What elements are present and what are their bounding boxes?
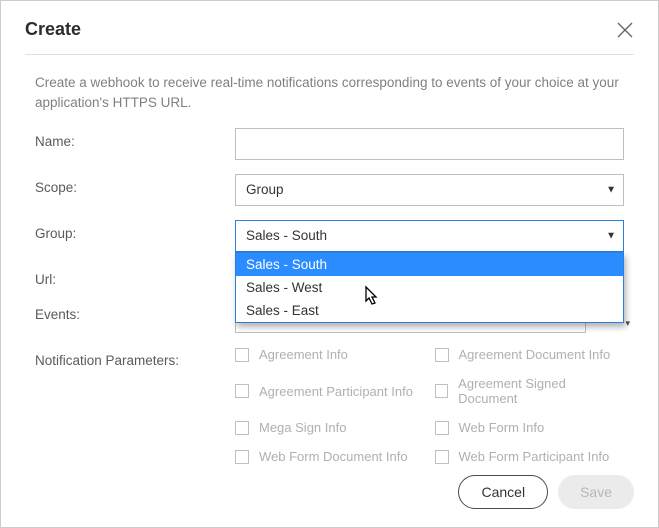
param-web-form-info[interactable]: Web Form Info xyxy=(435,420,625,435)
name-label: Name: xyxy=(35,128,235,149)
param-label: Agreement Info xyxy=(259,347,348,362)
group-label: Group: xyxy=(35,220,235,241)
param-label: Mega Sign Info xyxy=(259,420,346,435)
param-label: Agreement Participant Info xyxy=(259,384,413,399)
params-label: Notification Parameters: xyxy=(35,347,235,368)
group-dropdown: Sales - South Sales - West Sales - East xyxy=(235,252,624,323)
group-select[interactable]: Sales - South xyxy=(235,220,624,252)
checkbox-icon xyxy=(235,348,249,362)
group-option-south[interactable]: Sales - South xyxy=(236,253,623,276)
param-label: Agreement Document Info xyxy=(459,347,611,362)
notification-params-grid: Agreement Info Agreement Document Info A… xyxy=(235,347,624,464)
dialog-description: Create a webhook to receive real-time no… xyxy=(35,73,624,112)
checkbox-icon xyxy=(435,450,449,464)
checkbox-icon xyxy=(435,421,449,435)
param-label: Web Form Document Info xyxy=(259,449,408,464)
param-agreement-participant-info[interactable]: Agreement Participant Info xyxy=(235,376,425,406)
param-label: Web Form Participant Info xyxy=(459,449,610,464)
close-icon[interactable] xyxy=(616,21,634,39)
url-label: Url: xyxy=(35,266,235,287)
events-label: Events: xyxy=(35,301,235,322)
dialog-footer: Cancel Save xyxy=(458,475,634,509)
dialog-title: Create xyxy=(25,19,81,40)
group-option-east[interactable]: Sales - East xyxy=(236,299,623,322)
group-option-west[interactable]: Sales - West xyxy=(236,276,623,299)
dialog-header: Create xyxy=(25,19,634,55)
save-button: Save xyxy=(558,475,634,509)
create-webhook-dialog: Create Create a webhook to receive real-… xyxy=(0,0,659,528)
param-agreement-info[interactable]: Agreement Info xyxy=(235,347,425,362)
param-agreement-document-info[interactable]: Agreement Document Info xyxy=(435,347,625,362)
scope-select[interactable]: Group xyxy=(235,174,624,206)
checkbox-icon xyxy=(435,384,449,398)
scope-label: Scope: xyxy=(35,174,235,195)
param-web-form-participant-info[interactable]: Web Form Participant Info xyxy=(435,449,625,464)
checkbox-icon xyxy=(235,421,249,435)
param-label: Agreement Signed Document xyxy=(458,376,624,406)
checkbox-icon xyxy=(235,384,249,398)
param-web-form-document-info[interactable]: Web Form Document Info xyxy=(235,449,425,464)
checkbox-icon xyxy=(435,348,449,362)
name-input[interactable] xyxy=(235,128,624,160)
param-label: Web Form Info xyxy=(459,420,545,435)
cancel-button[interactable]: Cancel xyxy=(458,475,548,509)
param-agreement-signed-document[interactable]: Agreement Signed Document xyxy=(435,376,625,406)
checkbox-icon xyxy=(235,450,249,464)
param-mega-sign-info[interactable]: Mega Sign Info xyxy=(235,420,425,435)
